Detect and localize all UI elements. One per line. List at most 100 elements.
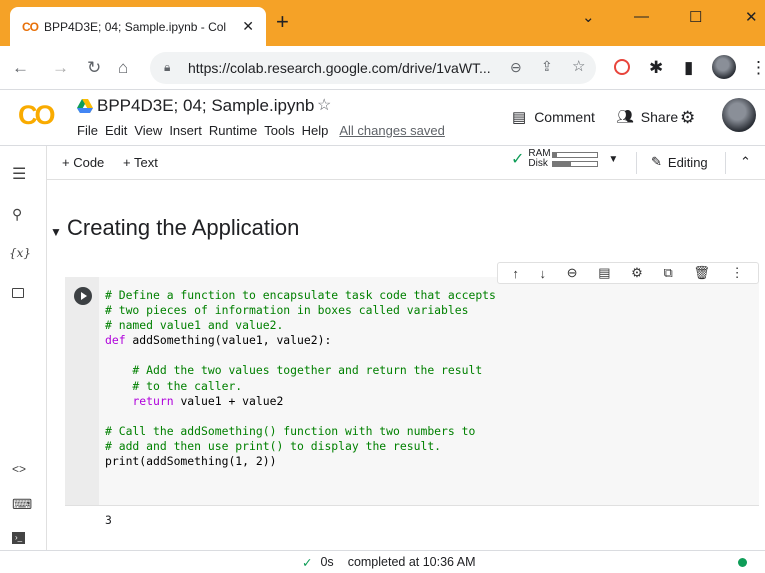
menu-file[interactable]: File (77, 123, 98, 138)
editing-mode-button[interactable]: ✎ Editing (651, 154, 708, 170)
output-text: 3 (105, 513, 112, 527)
code-line: # two pieces of information in boxes cal… (105, 303, 469, 318)
cell-toolbar: ↑ ↓ ⊖ ▤ ⚙ ⧉ 🗑︎ ⋮ (497, 262, 759, 284)
section-heading: Creating the Application (67, 215, 300, 240)
extension-icon[interactable] (614, 59, 630, 75)
comment-cell-icon[interactable]: ▤ (598, 265, 610, 281)
collapse-header-icon[interactable]: ⌃ (740, 154, 751, 170)
move-up-icon[interactable]: ↑ (512, 266, 519, 281)
drive-icon (77, 99, 93, 113)
cell-output: 3 (65, 505, 759, 532)
mirror-cell-icon[interactable]: ⧉ (663, 265, 672, 281)
browser-menu-icon[interactable]: ⋮ (750, 58, 765, 78)
run-cell-button[interactable] (74, 287, 92, 305)
add-code-button[interactable]: + Code (62, 155, 104, 170)
disk-label: Disk (528, 158, 548, 169)
menu-insert[interactable]: Insert (169, 123, 202, 138)
url-text: https://colab.research.google.com/drive/… (188, 60, 491, 76)
code-snippets-icon[interactable]: <> (12, 462, 26, 476)
comment-icon: ▤ (512, 109, 527, 126)
menu-tools[interactable]: Tools (264, 123, 294, 138)
terminal-icon[interactable]: ›_ (12, 532, 25, 544)
menu-help[interactable]: Help (302, 123, 329, 138)
menu-edit[interactable]: Edit (105, 123, 127, 138)
menu-bar: File Edit View Insert Runtime Tools Help… (77, 123, 445, 138)
code-line: # Call the addSomething() function with … (105, 423, 476, 438)
cell-gutter (65, 277, 99, 505)
browser-tab[interactable]: CO BPP4D3E; 04; Sample.ipynb - Col ✕ (10, 7, 266, 46)
ram-bar (552, 151, 599, 158)
menu-view[interactable]: View (134, 123, 162, 138)
connected-check-icon: ✓ (511, 151, 525, 168)
code-line: # to the caller. (105, 378, 243, 393)
code-line: # Add the two values together and return… (105, 363, 483, 378)
close-window-button[interactable]: ✕ (745, 8, 758, 26)
reload-icon[interactable]: ↻ (87, 58, 101, 78)
address-bar[interactable]: 🔒︎ https://colab.research.google.com/dri… (150, 52, 596, 84)
code-editor[interactable]: # Define a function to encapsulate task … (105, 288, 496, 469)
people-icon: 👥︎ (616, 108, 634, 124)
more-options-icon[interactable]: ⋮ (731, 265, 744, 281)
settings-gear-icon[interactable]: ⚙ (680, 108, 695, 128)
cell-settings-icon[interactable]: ⚙ (631, 265, 643, 281)
code-line: def addSomething(value1, value2): (105, 333, 332, 348)
minimize-button[interactable]: — (634, 8, 649, 25)
home-icon[interactable]: ⌂ (118, 58, 128, 78)
bookmark-star-icon[interactable]: ☆ (572, 57, 585, 75)
account-avatar[interactable] (722, 98, 756, 132)
share-page-icon[interactable]: ⇪ (541, 58, 553, 75)
divider (725, 152, 726, 174)
tab-title: BPP4D3E; 04; Sample.ipynb - Col (44, 19, 227, 34)
code-line: # add and then use print() to display th… (105, 438, 442, 453)
files-folder-icon[interactable] (12, 288, 24, 298)
collapse-section-icon[interactable]: ▼ (50, 225, 62, 239)
lock-icon: 🔒︎ (164, 60, 171, 74)
colab-logo[interactable]: CO (18, 100, 55, 131)
connection-status-dot (738, 558, 747, 567)
exec-time: 0s (320, 555, 334, 569)
share-label: Share (640, 108, 679, 125)
divider (636, 152, 637, 174)
execution-status[interactable]: ✓ 0s completed at 10:36 AM (302, 555, 476, 570)
success-check-icon: ✓ (302, 556, 313, 570)
zoom-icon[interactable]: ⊖ (510, 59, 522, 76)
back-icon[interactable]: ← (12, 58, 29, 78)
menu-runtime[interactable]: Runtime (209, 123, 257, 138)
tab-search-icon[interactable]: ⌄ (582, 8, 595, 26)
disk-bar (552, 160, 599, 167)
variables-icon[interactable]: {x} (9, 246, 31, 260)
profile-avatar[interactable] (712, 55, 736, 79)
code-line: # named value1 and value2. (105, 318, 284, 333)
comment-label: Comment (534, 109, 595, 125)
save-status[interactable]: All changes saved (339, 123, 445, 138)
delete-cell-icon[interactable]: 🗑︎ (693, 265, 710, 281)
sidepanel-icon[interactable]: ▮ (684, 58, 693, 78)
runtime-dropdown-icon[interactable]: ▼ (608, 154, 618, 165)
colab-favicon: CO (22, 19, 39, 34)
resources-indicator[interactable]: ✓ RAM Disk ▼ (511, 149, 618, 169)
forward-icon[interactable]: → (52, 58, 69, 78)
search-icon[interactable]: ⚲ (12, 206, 22, 223)
pencil-icon: ✎ (651, 154, 662, 169)
move-down-icon[interactable]: ↓ (539, 266, 546, 281)
editing-label: Editing (667, 154, 708, 170)
new-tab-button[interactable]: + (276, 11, 289, 33)
completed-text: completed at 10:36 AM (347, 555, 476, 569)
maximize-button[interactable]: ☐ (689, 8, 702, 26)
share-button[interactable]: 👥︎ Share (616, 108, 678, 125)
tab-close-icon[interactable]: ✕ (242, 18, 254, 35)
colab-header: CO BPP4D3E; 04; Sample.ipynb ☆ File Edit… (0, 90, 765, 146)
left-sidebar: ☰ ⚲ {x} <> ⌨ ›_ (0, 146, 47, 573)
notebook-toolbar: + Code + Text ✓ RAM Disk ▼ ✎ Editing ⌃ (0, 146, 765, 180)
notebook-title[interactable]: BPP4D3E; 04; Sample.ipynb (97, 96, 314, 116)
comment-button[interactable]: ▤ Comment (512, 108, 595, 126)
add-text-button[interactable]: + Text (123, 155, 158, 170)
link-icon[interactable]: ⊖ (567, 265, 578, 281)
extensions-puzzle-icon[interactable]: ✱ (649, 58, 663, 78)
command-palette-icon[interactable]: ⌨ (12, 496, 32, 513)
table-of-contents-icon[interactable]: ☰ (12, 164, 26, 184)
star-icon[interactable]: ☆ (317, 95, 331, 115)
code-cell[interactable]: # Define a function to encapsulate task … (65, 277, 759, 532)
